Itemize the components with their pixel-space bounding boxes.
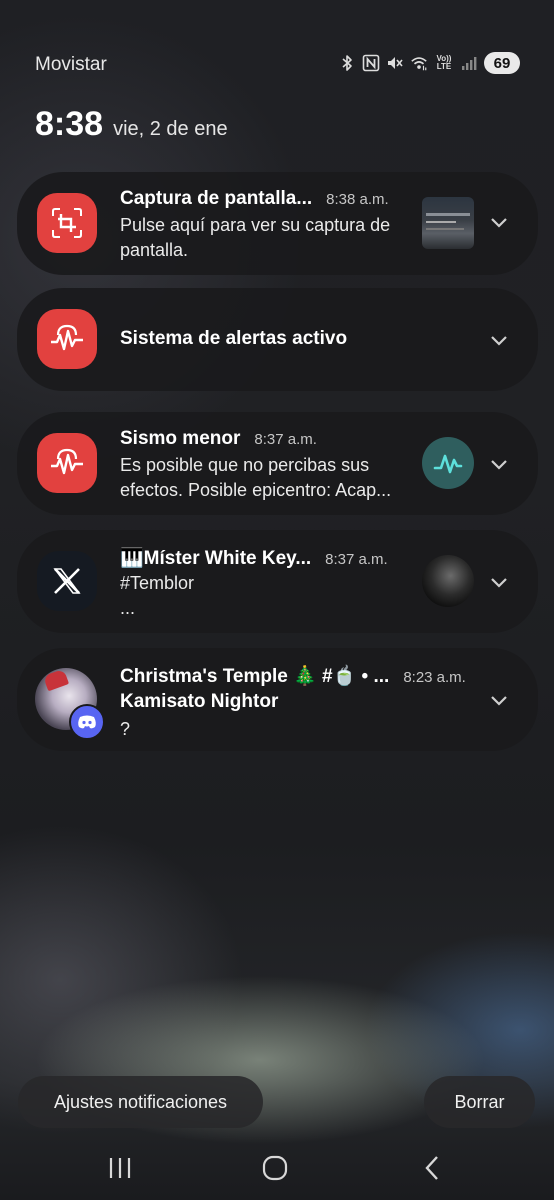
notification-sender: Kamisato Nightor [120, 691, 279, 712]
mute-icon [386, 53, 404, 73]
alert-pulse-icon [37, 433, 97, 493]
wifi-icon [410, 53, 428, 73]
notification-body: Pulse aquí para ver su captura de pantal… [120, 215, 391, 260]
notification-time: 8:37 a.m. [254, 431, 317, 448]
notification-title: Sistema de alertas activo [120, 328, 348, 349]
notification-screenshot[interactable]: Captura de pantalla... 8:38 a.m. Pulse aq… [17, 172, 538, 275]
expand-chevron-icon[interactable] [487, 328, 511, 352]
notification-body-more: ... [120, 598, 136, 618]
notification-time: 8:37 a.m. [325, 551, 388, 568]
expand-chevron-icon[interactable] [487, 570, 511, 594]
status-icons: Vo)) LTE 69 [338, 52, 520, 74]
expand-chevron-icon[interactable] [487, 452, 511, 476]
notification-settings-button[interactable]: Ajustes notificaciones [18, 1076, 263, 1128]
status-bar: Movistar Vo)) LTE 69 [0, 0, 554, 75]
notification-body: ? [120, 719, 131, 739]
notification-title: Christma's Temple 🎄 #🍵 • ... 8:23 a.m. [120, 666, 466, 687]
clock-time[interactable]: 8:38 [35, 105, 103, 144]
x-logo-icon [37, 551, 97, 611]
screenshot-thumbnail[interactable] [422, 197, 474, 249]
notification-time: 8:38 a.m. [326, 191, 389, 208]
alert-pulse-icon [37, 309, 97, 369]
navigation-bar [0, 1140, 554, 1200]
home-icon[interactable] [255, 1148, 295, 1188]
bluetooth-icon [338, 53, 356, 73]
notification-title: Captura de pantalla... 8:38 a.m. [120, 188, 389, 209]
nfc-icon [362, 53, 380, 73]
signal-icon [460, 53, 478, 73]
carrier-name: Movistar [35, 54, 107, 75]
notification-body: #Temblor [120, 573, 195, 593]
expand-chevron-icon[interactable] [487, 688, 511, 712]
notification-x[interactable]: 🎹Míster White Key... 8:37 a.m. #Temblor .… [17, 530, 538, 633]
recents-icon[interactable] [100, 1148, 140, 1188]
clear-button[interactable]: Borrar [424, 1076, 535, 1128]
santa-hat [42, 668, 70, 692]
clock-date[interactable]: vie, 2 de ene [113, 118, 228, 141]
notification-alert-system[interactable]: Sistema de alertas activo [17, 288, 538, 391]
expand-chevron-icon[interactable] [487, 210, 511, 234]
notification-earthquake[interactable]: Sismo menor 8:37 a.m. Es posible que no p… [17, 412, 538, 515]
notification-discord[interactable]: Christma's Temple 🎄 #🍵 • ... 8:23 a.m. Ka… [17, 648, 538, 751]
notification-time: 8:23 a.m. [403, 669, 466, 686]
discord-badge-icon [69, 704, 105, 740]
volte-icon: Vo)) LTE [436, 54, 452, 71]
notification-title: Sismo menor 8:37 a.m. [120, 428, 317, 449]
clock-row: 8:38 vie, 2 de ene [35, 105, 228, 144]
screenshot-icon [37, 193, 97, 253]
profile-photo[interactable] [422, 555, 474, 607]
battery-level: 69 [484, 52, 520, 74]
seismic-wave-icon [422, 437, 474, 489]
notification-title: 🎹Míster White Key... 8:37 a.m. [120, 548, 388, 569]
notification-body: Es posible que no percibas sus efectos. … [120, 455, 392, 500]
back-icon[interactable] [412, 1148, 452, 1188]
